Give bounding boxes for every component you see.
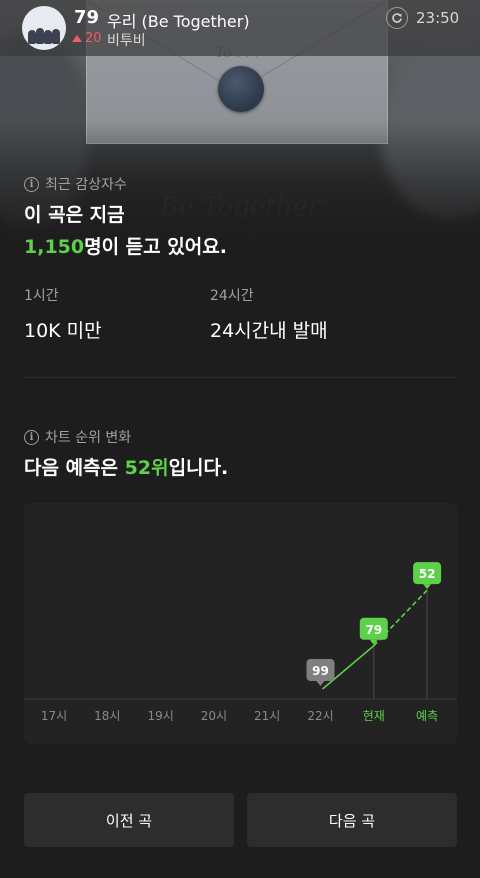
rank-change: 20 [72,31,102,46]
rank-section-label: i 차트 순위 변화 [24,427,131,447]
stat-1h-label: 1시간 [24,288,59,304]
rank-chart-svg: 99 79 52 17시 18시 19시 20시 21시 22시 현재 예측 [24,562,457,723]
prediction-headline: 다음 예측은 52위입니다. [24,457,229,479]
rank-badge-label: 99 [312,664,329,678]
album-thumbnail[interactable] [22,6,66,50]
rank-chart: 99 79 52 17시 18시 19시 20시 21시 22시 현재 예측 [24,503,457,744]
wax-seal [218,66,264,112]
x-tick-label: 21시 [254,709,280,723]
x-tick-label: 18시 [94,709,120,723]
x-tick-label: 20시 [201,709,227,723]
current-rank: 79 [74,7,100,28]
rank-up-icon [72,35,82,42]
section-divider [24,377,456,378]
rank-badge-label: 52 [419,567,436,581]
predicted-rank: 52위 [124,457,169,479]
x-tick-label: 예측 [416,709,438,723]
stat-1h-value: 10K 미만 [24,320,102,342]
listeners-section-label: i 최근 감상자수 [24,174,127,194]
rank-badge-label: 79 [365,623,382,637]
listener-count: 1,150 [24,236,85,258]
x-tick-label: 22시 [307,709,333,723]
artist-name: 비투비 [107,33,146,49]
next-song-button[interactable]: 다음 곡 [247,793,457,847]
x-tick-label: 현재 [363,709,385,723]
now-playing-bar[interactable]: 79 우리 (Be Together) 20 비투비 23:50 [0,0,480,56]
rank-badge-pointer [423,584,432,590]
info-icon[interactable]: i [24,176,39,192]
stat-24h-label: 24시간 [210,288,254,304]
stat-24h-value: 24시간내 발매 [210,320,328,342]
x-tick-label: 17시 [41,709,67,723]
update-time: 23:50 [416,9,460,27]
previous-song-button[interactable]: 이전 곡 [24,793,234,847]
x-tick-label: 19시 [147,709,173,723]
rank-badge-pointer [316,681,325,686]
refresh-icon [392,13,402,23]
song-title: 우리 (Be Together) [107,12,250,31]
listeners-headline-line1: 이 곡은 지금 [24,204,125,226]
info-icon[interactable]: i [24,429,39,445]
listeners-headline-line2: 1,150명이 듣고 있어요. [24,236,227,258]
rank-change-value: 20 [85,31,102,46]
refresh-button[interactable] [386,7,408,29]
